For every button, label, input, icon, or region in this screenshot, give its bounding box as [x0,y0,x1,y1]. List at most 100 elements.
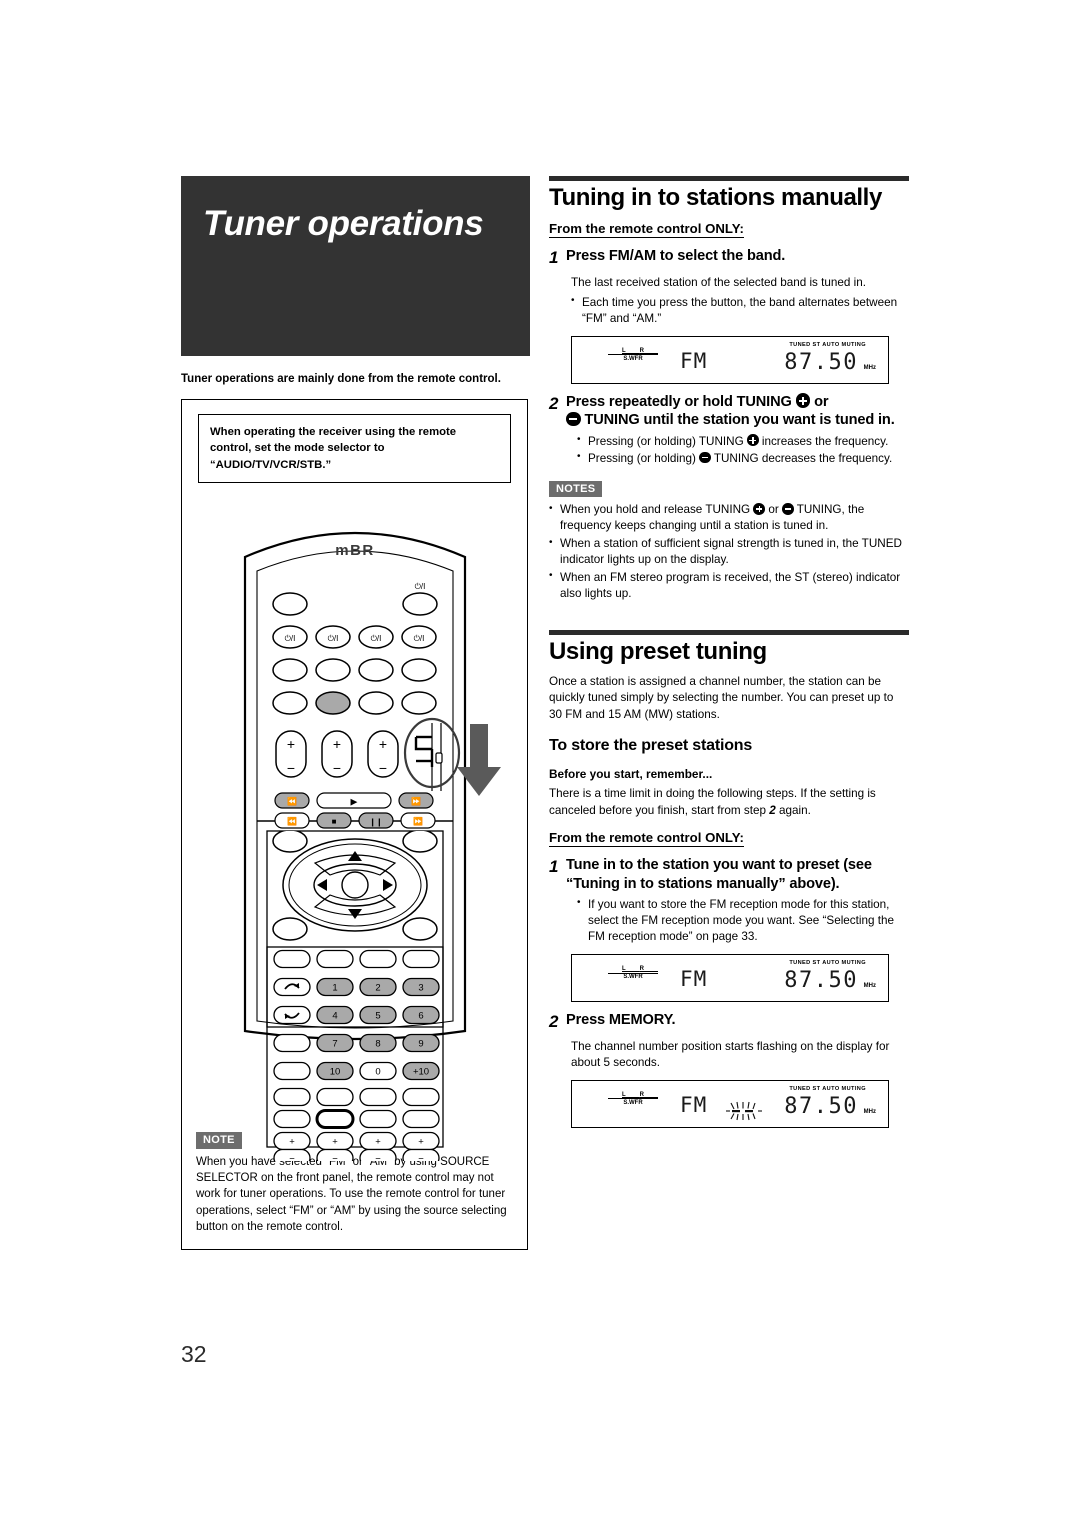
remote-button[interactable] [401,949,440,969]
svg-text:−: − [332,1154,338,1161]
spk-subwoofer: S.WFR [608,1098,659,1106]
remote-button[interactable] [272,1033,311,1053]
display-indicators: TUNED ST AUTO MUTING [789,960,866,967]
svg-text:3: 3 [418,983,423,994]
numeric-key-8[interactable]: 8 [358,1033,397,1053]
numeric-key-7[interactable]: 7 [315,1033,354,1053]
subheading-store-preset: To store the preset stations [549,737,753,755]
adjust-plus-button[interactable]: + [401,1131,440,1151]
remote-button[interactable] [271,592,308,616]
section-rule [549,176,909,181]
step-title-part-b: or [814,394,829,411]
numeric-key-9[interactable]: 9 [401,1033,440,1053]
numeric-key-6[interactable]: 6 [401,1005,440,1025]
numeric-key-0[interactable]: 0 [358,1061,397,1081]
remote-button[interactable] [358,949,397,969]
display-band-text: FM [680,349,708,374]
fm-am-button[interactable] [314,691,351,715]
memory-button[interactable] [315,1109,354,1130]
adjust-plus-button[interactable]: + [315,1131,354,1151]
speaker-indicators: LR S.WFR [608,966,659,980]
remote-button[interactable] [401,917,438,941]
right-column: Tuning in to stations manually From the … [549,176,909,1128]
display-unit: MHz [863,365,876,372]
svg-text:5: 5 [375,1011,380,1022]
remote-button[interactable] [401,831,438,853]
remote-button[interactable] [272,977,311,997]
adjust-minus-button[interactable]: − [272,1148,311,1162]
remote-button[interactable] [358,1087,397,1107]
svg-text:+: + [378,736,386,752]
adjust-plus-button[interactable]: + [272,1131,311,1151]
svg-text:⏻/I: ⏻/I [284,634,295,643]
manual-page: Tuner operations Tuner operations are ma… [0,0,1080,1531]
numeric-key-1[interactable]: 1 [315,977,354,997]
remote-button[interactable] [272,1061,311,1081]
before-you-start-label: Before you start, remember... [549,767,713,782]
cursor-pad[interactable] [271,831,438,941]
svg-text:4: 4 [332,1011,337,1022]
power-button[interactable] [401,592,438,616]
adjust-minus-button[interactable]: − [401,1148,440,1162]
numeric-key-2[interactable]: 2 [358,977,397,997]
display-indicators: TUNED ST AUTO MUTING [789,1085,866,1092]
adjust-minus-button[interactable]: − [315,1148,354,1162]
bullet-post: increases the frequency. [761,434,889,448]
display-unit: MHz [863,1108,876,1115]
remote-button[interactable] [272,1005,311,1025]
remote-button[interactable] [358,1109,397,1129]
svg-text:⏪: ⏪ [287,816,297,826]
section-heading-tuning: Tuning in to stations manually [549,184,882,211]
remote-button[interactable] [271,831,308,853]
remote-button[interactable] [315,1087,354,1107]
display-unit: MHz [863,983,876,990]
bullet-post: TUNING decreases the frequency. [713,451,893,465]
remote-button[interactable] [271,917,308,941]
note-text: When you have selected “FM” or “AM” by u… [196,1155,507,1233]
adjust-plus-button[interactable]: + [358,1131,397,1151]
step-1-tuning: 1 Press FM/AM to select the band. [549,247,909,268]
svg-text:9: 9 [418,1039,423,1050]
remote-button[interactable] [272,1087,311,1107]
svg-text:7: 7 [332,1039,337,1050]
mode-selector-note: When operating the receiver using the re… [198,413,511,484]
numeric-key-4[interactable]: 4 [315,1005,354,1025]
step-title-part-a: Press repeatedly or hold TUNING [566,394,792,411]
before-text-b: again. [779,803,811,817]
numeric-key-3[interactable]: 3 [401,977,440,997]
remote-button[interactable] [272,1109,311,1129]
svg-text:−: − [378,760,386,776]
adjust-minus-button[interactable]: − [358,1148,397,1162]
numeric-key-plus10[interactable]: +10 [401,1061,440,1081]
left-column: Tuner operations Tuner operations are ma… [181,176,530,1251]
list-item: If you want to store the FM reception mo… [577,896,909,945]
display-frequency: 87.50 [784,1093,858,1119]
tuning-plus-icon [753,503,766,515]
notes-block: NOTES When you hold and release TUNING o… [549,479,909,602]
svg-text:−: − [286,760,294,776]
list-item: Each time you press the button, the band… [571,294,909,327]
bullet-pre: Pressing (or holding) TUNING [588,434,744,448]
display-band-text: FM [680,967,708,992]
svg-text:+: + [332,736,340,752]
page-title: Tuner operations [203,204,484,243]
from-remote-only-1: From the remote control ONLY: [549,221,744,239]
display-band-text: FM [680,1092,708,1117]
enter-button[interactable] [340,871,369,899]
list-item: When an FM stereo program is received, t… [549,569,909,602]
numeric-key-10[interactable]: 10 [315,1061,354,1081]
svg-text:⏻/I: ⏻/I [327,634,338,643]
svg-text:+: + [418,1137,424,1148]
svg-text:⏩: ⏩ [411,796,421,806]
remote-button[interactable] [272,949,311,969]
remote-button[interactable] [401,1109,440,1129]
remote-button[interactable] [315,949,354,969]
page-number: 32 [181,1341,207,1367]
spk-r: R [639,966,659,973]
transport-row-1[interactable]: ⏪ ▶ ⏩ [273,792,434,809]
rocker-buttons[interactable]: + + + − − − [274,730,399,778]
remote-button[interactable] [401,1087,440,1107]
svg-text:−: − [332,760,340,776]
svg-text:+: + [332,1137,338,1148]
numeric-key-5[interactable]: 5 [358,1005,397,1025]
